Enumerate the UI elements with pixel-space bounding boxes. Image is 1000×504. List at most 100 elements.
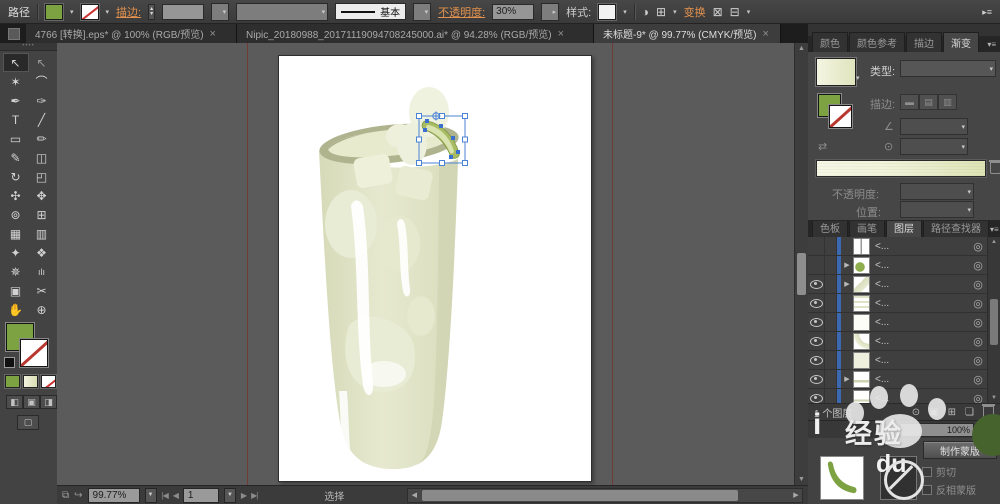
panel-tab-渐变[interactable]: 渐变 [943, 32, 979, 52]
layer-row[interactable]: <...◎ [808, 294, 1000, 313]
draw-behind-icon[interactable]: ▣ [23, 395, 40, 409]
guide-line-right[interactable] [612, 43, 613, 485]
layer-row[interactable]: <...◎ [808, 237, 1000, 256]
gradient-swatch[interactable] [816, 58, 856, 86]
rotate-tool[interactable]: ↻ [3, 167, 29, 186]
brush-definition-arrow[interactable]: ▾ [413, 3, 431, 21]
opacity-slider-icon[interactable]: ▸ [976, 425, 980, 434]
layer-thumbnail[interactable] [853, 390, 870, 404]
scroll-up-icon[interactable]: ▲ [988, 237, 1000, 247]
layer-thumbnail[interactable] [853, 333, 870, 350]
target-circle-icon[interactable]: ◎ [970, 335, 986, 348]
zoom-tool[interactable]: ⊕ [29, 300, 55, 319]
draw-normal-icon[interactable]: ◧ [6, 395, 23, 409]
artboard[interactable] [278, 55, 592, 482]
recolor-artwork-icon[interactable]: ◑ [642, 6, 649, 18]
next-artboard-icon[interactable]: ▶ [241, 491, 246, 500]
panel-tab-描边[interactable]: 描边 [906, 32, 942, 52]
gradient-swatch-dropdown-icon[interactable]: ▾ [856, 74, 860, 82]
target-circle-icon[interactable]: ◎ [970, 316, 986, 329]
layer-name[interactable]: <... [870, 393, 970, 404]
perspective-grid-tool[interactable]: ⊞ [29, 205, 55, 224]
gradient-tool[interactable]: ▥ [29, 224, 55, 243]
tools-panel-grip[interactable]: •••• [0, 43, 57, 51]
stroke-weight-label[interactable]: 描边: [116, 4, 141, 20]
scroll-down-icon[interactable]: ▼ [988, 393, 1000, 403]
layer-name[interactable]: <... [870, 355, 970, 366]
target-circle-icon[interactable]: ◎ [970, 373, 986, 386]
layer-row[interactable]: <...◎ [808, 351, 1000, 370]
layer-name[interactable]: <... [870, 374, 970, 385]
guide-line-left[interactable] [247, 43, 248, 485]
stroke-weight-value[interactable] [162, 4, 204, 20]
layer-thumbnail[interactable] [853, 314, 870, 331]
visibility-cell[interactable] [808, 294, 825, 312]
close-tab-icon[interactable]: × [763, 28, 769, 40]
layer-name[interactable]: <... [870, 241, 970, 252]
panel-menu-icon[interactable]: ▾≡ [987, 40, 996, 49]
layer-row[interactable]: <...◎ [808, 389, 1000, 403]
lock-cell[interactable] [825, 294, 837, 312]
layers-scroll-thumb[interactable] [990, 299, 998, 345]
new-sublayer-icon[interactable]: ⊞ [948, 407, 956, 418]
canvas-vertical-scrollbar[interactable]: ▲ ▼ [794, 43, 808, 485]
last-artboard-icon[interactable]: ▶| [251, 491, 257, 500]
visibility-cell[interactable] [808, 237, 825, 255]
artboard-dropdown-icon[interactable]: ▼ [224, 488, 236, 503]
layers-scrollbar[interactable]: ▲ ▼ [987, 237, 1000, 403]
target-circle-icon[interactable]: ◎ [970, 354, 986, 367]
scroll-down-icon[interactable]: ▼ [795, 474, 808, 485]
zoom-level-field[interactable]: 99.77% [88, 488, 140, 503]
stroke-within-icon[interactable]: ▬ [900, 94, 919, 110]
lock-cell[interactable] [825, 313, 837, 331]
visibility-cell[interactable] [808, 332, 825, 350]
visibility-cell[interactable] [808, 313, 825, 331]
arrange-documents-icon[interactable]: ⧉ [62, 490, 69, 501]
object-thumbnail[interactable] [820, 456, 864, 500]
lock-cell[interactable] [825, 389, 837, 403]
eyedropper-tool[interactable]: ✦ [3, 243, 29, 262]
layer-name[interactable]: <... [870, 260, 970, 271]
artboard-tool[interactable]: ▣ [3, 281, 29, 300]
gradient-type-dropdown[interactable]: ▾ [900, 60, 996, 77]
default-fill-stroke-icon[interactable] [4, 357, 15, 368]
stroke-along-icon[interactable]: ▤ [919, 94, 938, 110]
target-circle-icon[interactable]: ◎ [970, 259, 986, 272]
transform-link[interactable]: 变换 [684, 4, 706, 20]
layer-thumbnail[interactable] [853, 257, 870, 274]
fill-color-swatch[interactable] [45, 4, 63, 20]
visibility-cell[interactable] [808, 275, 825, 293]
screen-mode-button[interactable]: ▢ [17, 415, 39, 430]
expand-triangle-icon[interactable]: ▶ [841, 375, 853, 383]
expand-dropdown-icon[interactable]: ▾ [747, 8, 751, 16]
angle-dropdown[interactable]: ▾ [900, 118, 968, 135]
visibility-cell[interactable] [808, 256, 825, 274]
vertical-scroll-thumb[interactable] [797, 253, 806, 295]
stroke-weight-stepper[interactable]: ▴▾ [148, 4, 155, 20]
draw-inside-icon[interactable]: ◨ [40, 395, 57, 409]
shape-builder-tool[interactable]: ⊚ [3, 205, 29, 224]
locate-object-icon[interactable]: ⊙ [912, 407, 920, 418]
layer-name[interactable]: <... [870, 317, 970, 328]
scroll-up-icon[interactable]: ▲ [795, 43, 808, 54]
panel-menu-icon[interactable]: ▾≡ [990, 225, 999, 234]
layer-name[interactable]: <... [870, 336, 970, 347]
target-circle-icon[interactable]: ◎ [970, 392, 986, 404]
fill-dropdown-icon[interactable]: ▾ [70, 8, 74, 16]
visibility-cell[interactable] [808, 351, 825, 369]
layer-thumbnail[interactable] [853, 371, 870, 388]
make-clip-mask-icon[interactable]: ▣ [929, 407, 938, 418]
direct-selection-tool[interactable]: ↖ [29, 53, 55, 72]
type-tool[interactable]: T [3, 110, 29, 129]
canvas-area[interactable]: ▲ ▼ [57, 43, 808, 485]
gradient-stroke-proxy[interactable] [829, 105, 852, 128]
go-to-bridge-icon[interactable]: ↪ [74, 490, 82, 501]
visibility-cell[interactable] [808, 389, 825, 403]
transparency-opacity-field[interactable]: 100% [900, 423, 974, 437]
layer-row[interactable]: ▶<...◎ [808, 275, 1000, 294]
target-circle-icon[interactable]: ◎ [970, 278, 986, 291]
opacity-dropdown[interactable]: ▸ [541, 3, 559, 21]
document-tab[interactable]: 未标题-9* @ 99.77% (CMYK/预览)× [594, 24, 781, 43]
transparency-panel-menu-icon[interactable]: ▾≡ [987, 425, 996, 434]
lock-cell[interactable] [825, 256, 837, 274]
